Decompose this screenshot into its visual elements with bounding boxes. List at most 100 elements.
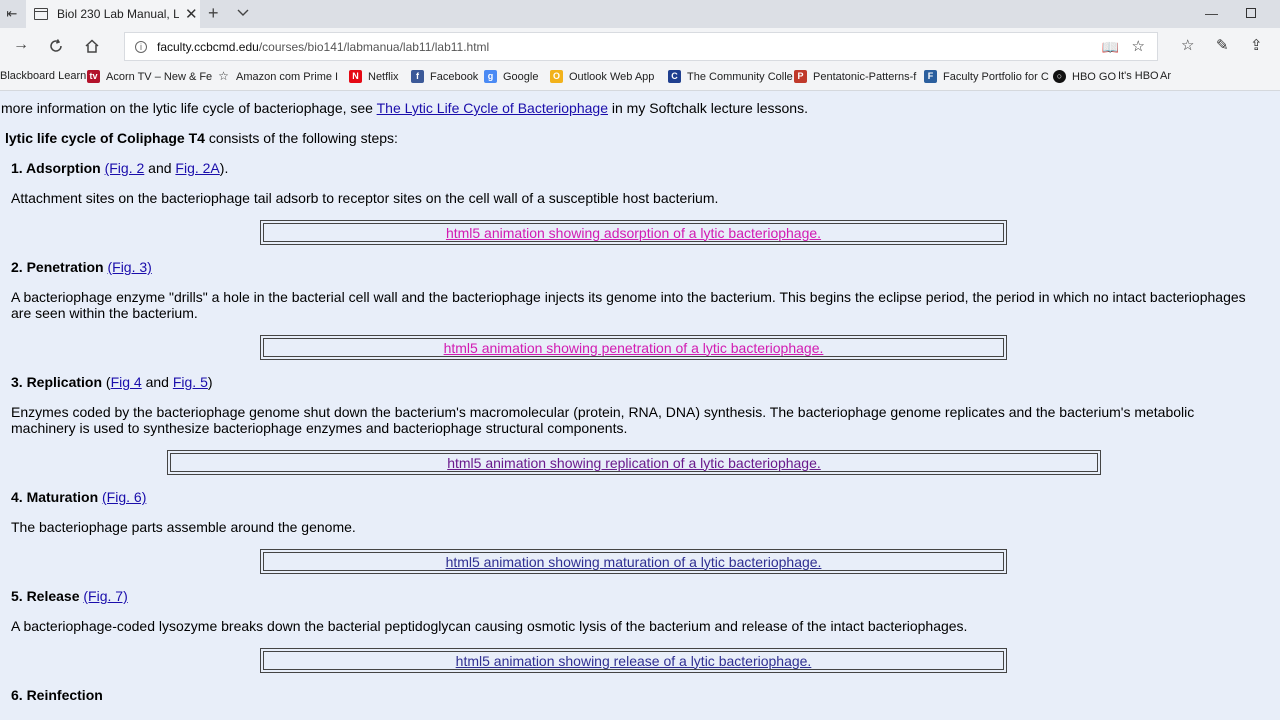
cycle-intro: lytic life cycle of Coliphage T4 consist… — [5, 130, 398, 146]
favorite-item[interactable]: f Facebook — [411, 70, 478, 83]
hbo-icon: ○ — [1053, 70, 1066, 83]
favorite-item[interactable]: F Faculty Portfolio for C — [924, 70, 1049, 83]
step-3-heading-row: 3. Replication (Fig 4 and Fig. 5) — [11, 374, 213, 390]
active-tab[interactable]: Biol 230 Lab Manual, La ✕ — [26, 0, 200, 28]
step-3-description: Enzymes coded by the bacteriophage genom… — [11, 404, 1195, 436]
tab-title: Biol 230 Lab Manual, La — [57, 7, 179, 21]
step-4-description: The bacteriophage parts assemble around … — [11, 519, 356, 535]
step-2-description: A bacteriophage enzyme "drills" a hole i… — [11, 289, 1246, 321]
tab-actions-icon[interactable]: ⇤ — [0, 0, 24, 28]
web-note-icon[interactable]: ✎ — [1216, 36, 1229, 54]
share-icon[interactable]: ⇪ — [1250, 36, 1263, 54]
punct: ( — [102, 374, 111, 390]
favorite-item[interactable]: tv Acorn TV – New & Fe — [87, 70, 212, 83]
url-path: /courses/bio141/labmanua/lab11/lab11.htm… — [258, 39, 490, 54]
fig-7-link[interactable]: (Fig. 7) — [83, 588, 127, 604]
favorite-label: Faculty Portfolio for C — [943, 70, 1049, 83]
and-text: and — [144, 160, 176, 176]
google-icon: g — [484, 70, 497, 83]
step-1-heading-row: 1. Adsorption (Fig. 2 and Fig. 2A). — [11, 160, 228, 176]
favorite-label: Blackboard Learn — [0, 70, 87, 82]
step-heading: 3. Replication — [11, 374, 103, 390]
favorite-item[interactable]: It's HBO — [1118, 70, 1159, 82]
fig-6-link[interactable]: (Fig. 6) — [102, 489, 146, 505]
and-text: and — [141, 374, 173, 390]
favorite-label: HBO GO — [1072, 70, 1117, 83]
favorite-item[interactable]: N Netflix — [349, 70, 399, 83]
fig-4-link[interactable]: Fig 4 — [111, 374, 142, 390]
step-2-heading-row: 2. Penetration (Fig. 3) — [11, 259, 152, 275]
url-text[interactable]: faculty.ccbcmd.edu/courses/bio141/labman… — [157, 40, 489, 54]
favorite-label: It's HBO — [1118, 70, 1159, 82]
favorite-item[interactable]: O Outlook Web App — [550, 70, 654, 83]
replication-animation-link[interactable]: html5 animation showing replication of a… — [447, 455, 821, 471]
tv-icon: tv — [87, 70, 100, 83]
favorite-item[interactable]: P Pentatonic-Patterns-f — [794, 70, 916, 83]
step-heading: 4. Maturation — [11, 489, 99, 505]
favorite-label: Ar — [1160, 70, 1171, 82]
minimize-icon[interactable]: — — [1205, 6, 1218, 21]
release-animation-link[interactable]: html5 animation showing release of a lyt… — [456, 653, 812, 669]
favorite-label: Google — [503, 70, 539, 83]
chevron-down-icon[interactable] — [236, 5, 250, 19]
favorite-label: Outlook Web App — [569, 70, 655, 83]
release-animation-box: html5 animation showing release of a lyt… — [260, 648, 1007, 673]
punct: ). — [219, 160, 229, 176]
step-5-description: A bacteriophage-coded lysozyme breaks do… — [11, 618, 968, 634]
address-bar[interactable]: i faculty.ccbcmd.edu/courses/bio141/labm… — [124, 32, 1158, 61]
step-heading: 1. Adsorption — [11, 160, 101, 176]
fig-3-link[interactable]: (Fig. 3) — [107, 259, 151, 275]
favorite-item[interactable]: g Google — [484, 70, 538, 83]
forward-arrow-icon[interactable]: → — [13, 36, 29, 54]
url-host: faculty.ccbcmd.edu — [157, 39, 259, 54]
favorite-label: Netflix — [368, 70, 399, 83]
hub-favorites-icon[interactable]: ☆ — [1181, 36, 1194, 54]
outlook-icon: O — [550, 70, 563, 83]
fig-2a-link[interactable]: Fig. 2A — [175, 160, 219, 176]
step-1-description: Attachment sites on the bacteriophage ta… — [11, 190, 719, 206]
step-4-heading-row: 4. Maturation (Fig. 6) — [11, 489, 146, 505]
college-icon: C — [668, 70, 681, 83]
adsorption-animation-box: html5 animation showing adsorption of a … — [260, 220, 1007, 245]
favorites-bar: Blackboard Learn tv Acorn TV – New & Fe ☆ Am… — [0, 65, 1280, 91]
favorite-label: The Community Colle — [687, 70, 793, 83]
favorite-item[interactable]: Ar — [1160, 70, 1171, 82]
fig-2-link[interactable]: (Fig. 2 — [105, 160, 145, 176]
site-info-icon[interactable]: i — [135, 40, 147, 53]
intro-text: more information on the lytic life cycle… — [1, 100, 377, 116]
maximize-icon[interactable] — [1246, 8, 1256, 18]
star-icon: ☆ — [218, 69, 229, 83]
lytic-life-cycle-link[interactable]: The Lytic Life Cycle of Bacteriophage — [377, 100, 608, 116]
favorite-item[interactable]: Blackboard Learn — [0, 70, 86, 82]
home-icon[interactable] — [84, 38, 100, 54]
favorite-label: Facebook — [430, 70, 479, 83]
step-heading: 6. Reinfection — [11, 687, 103, 703]
reading-view-icon[interactable]: 📖 — [1102, 39, 1119, 56]
facebook-icon: f — [411, 70, 424, 83]
step-5-heading-row: 5. Release (Fig. 7) — [11, 588, 128, 604]
new-tab-icon[interactable]: + — [208, 4, 219, 22]
page-content: more information on the lytic life cycle… — [0, 92, 1280, 720]
favorite-label: Pentatonic-Patterns-f — [813, 70, 917, 83]
page-icon — [34, 8, 48, 20]
cycle-title: lytic life cycle of Coliphage T4 — [5, 130, 205, 146]
fig-5-link[interactable]: Fig. 5 — [173, 374, 208, 390]
favorite-star-icon[interactable]: ☆ — [1132, 37, 1145, 55]
penetration-animation-box: html5 animation showing penetration of a… — [260, 335, 1007, 360]
step-heading: 2. Penetration — [11, 259, 104, 275]
cycle-intro-text: consists of the following steps: — [204, 130, 398, 146]
refresh-icon[interactable] — [48, 38, 64, 54]
intro-suffix-text: in my Softchalk lecture lessons. — [608, 100, 808, 116]
favorite-item[interactable]: C The Community Colle — [668, 70, 793, 83]
favorite-label: Amazon com Prime I — [236, 70, 339, 83]
adsorption-animation-link[interactable]: html5 animation showing adsorption of a … — [446, 225, 821, 241]
favorite-item[interactable]: ○ HBO GO — [1053, 70, 1116, 83]
favorite-label: Acorn TV – New & Fe — [106, 70, 213, 83]
penetration-animation-link[interactable]: html5 animation showing penetration of a… — [444, 340, 824, 356]
replication-animation-box: html5 animation showing replication of a… — [167, 450, 1101, 475]
favorite-item[interactable]: ☆ Amazon com Prime I — [217, 70, 338, 83]
tab-strip: ⇤ Biol 230 Lab Manual, La ✕ + — — [0, 0, 1280, 28]
maturation-animation-link[interactable]: html5 animation showing maturation of a … — [446, 554, 822, 570]
pdf-icon: P — [794, 70, 807, 83]
close-tab-icon[interactable]: ✕ — [185, 7, 198, 22]
